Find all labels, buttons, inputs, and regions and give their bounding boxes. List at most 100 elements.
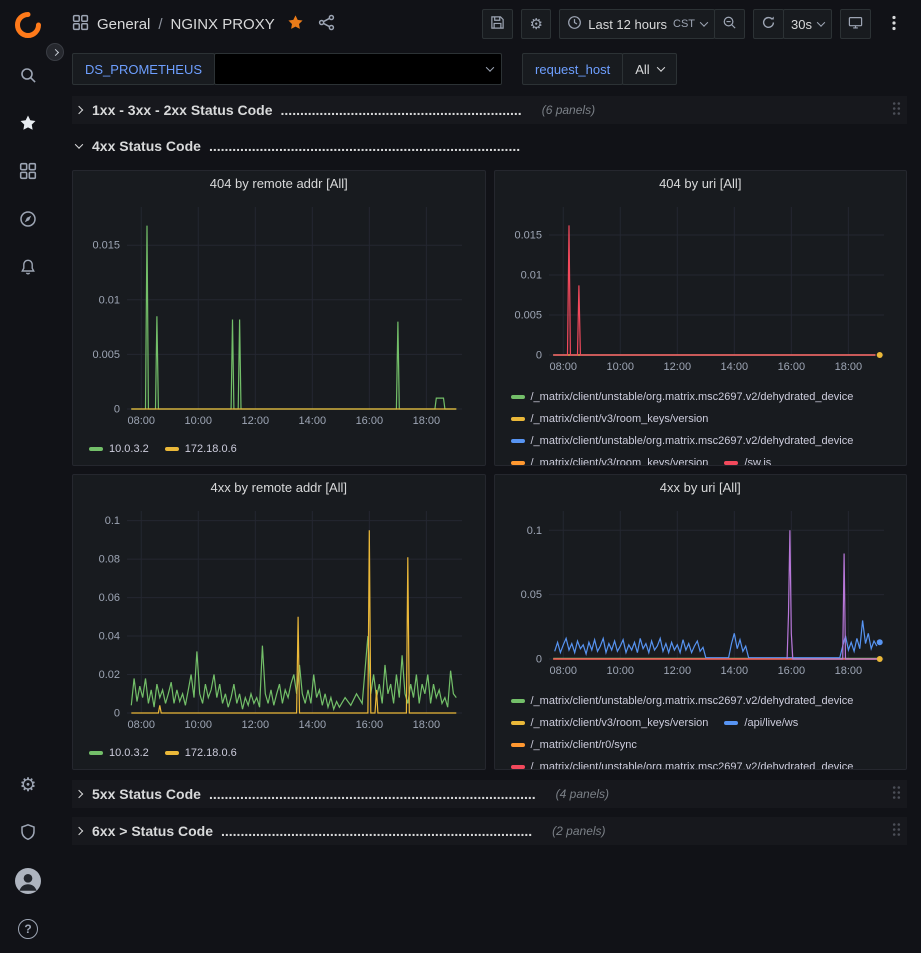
help-icon: ? (18, 919, 38, 939)
svg-text:08:00: 08:00 (549, 665, 577, 677)
svg-text:18:00: 18:00 (834, 665, 862, 677)
row-title-dots: ........................................… (209, 786, 536, 802)
sidebar-item-profile[interactable] (0, 857, 56, 905)
legend-item[interactable]: 10.0.3.2 (89, 742, 149, 764)
legend-item[interactable]: /_matrix/client/r0/sync (511, 734, 637, 756)
legend-swatch-icon (165, 447, 179, 451)
panel-title[interactable]: 4xx by remote addr [All] (73, 475, 485, 501)
legend-item[interactable]: /_matrix/client/v3/room_keys/version (511, 408, 709, 430)
legend-item[interactable]: /sw.js (724, 452, 771, 465)
svg-text:18:00: 18:00 (413, 415, 441, 427)
row-panel-count: (6 panels) (542, 103, 595, 117)
refresh-button[interactable] (753, 9, 784, 39)
legend-item[interactable]: /_matrix/client/unstable/org.matrix.msc2… (511, 430, 854, 452)
legend-swatch-icon (511, 439, 525, 443)
sidebar-item-search[interactable] (0, 52, 56, 100)
panel-title[interactable]: 4xx by uri [All] (495, 475, 907, 501)
svg-text:10:00: 10:00 (606, 361, 634, 373)
svg-text:0: 0 (535, 350, 541, 362)
sidebar-item-dashboards[interactable] (0, 148, 56, 196)
sidebar-item-configuration[interactable]: ⚙ (0, 761, 56, 809)
search-icon (19, 66, 37, 87)
sidebar-expand-toggle[interactable] (46, 43, 64, 61)
page-title[interactable]: NGINX PROXY (171, 16, 275, 33)
row-4xx-status-code[interactable]: 4xx Status Code ........................… (72, 132, 907, 160)
compass-icon (19, 210, 37, 231)
timezone-label: CST (673, 18, 695, 30)
datasource-variable-label[interactable]: DS_PROMETHEUS (72, 53, 215, 85)
legend-label: /_matrix/client/unstable/org.matrix.msc2… (531, 435, 854, 447)
legend-swatch-icon (511, 461, 525, 465)
sidebar-item-server-admin[interactable] (0, 809, 56, 857)
row-title-dots: ........................................… (281, 102, 522, 118)
star-icon (19, 114, 37, 135)
row-drag-handle[interactable] (892, 101, 901, 119)
chevron-right-icon (75, 106, 83, 114)
legend-item[interactable]: /_matrix/client/unstable/org.matrix.msc2… (511, 690, 854, 712)
legend-swatch-icon (89, 447, 103, 451)
chart-area[interactable]: 08:0010:0012:0014:0016:0018:0000.020.040… (73, 501, 485, 736)
legend-item[interactable]: 172.18.0.6 (165, 438, 237, 460)
time-range-picker[interactable]: Last 12 hours CST (559, 9, 715, 39)
row-drag-handle[interactable] (892, 785, 901, 803)
svg-text:10:00: 10:00 (185, 415, 213, 427)
request-host-variable-label[interactable]: request_host (522, 53, 623, 85)
chart-area[interactable]: 08:0010:0012:0014:0016:0018:0000.0050.01… (495, 197, 907, 378)
svg-text:18:00: 18:00 (413, 719, 441, 731)
panel-title[interactable]: 404 by remote addr [All] (73, 171, 485, 197)
sidebar-item-explore[interactable] (0, 196, 56, 244)
row-6xx-status-code[interactable]: 6xx > Status Code ......................… (72, 817, 907, 845)
legend-item[interactable]: /api/live/ws (724, 712, 798, 734)
row-5xx-status-code[interactable]: 5xx Status Code ........................… (72, 780, 907, 808)
zoom-out-icon (722, 15, 737, 33)
svg-text:08:00: 08:00 (127, 719, 155, 731)
gear-icon: ⚙ (19, 774, 36, 797)
share-icon[interactable] (318, 14, 335, 34)
legend-label: 172.18.0.6 (185, 443, 237, 455)
row-title: 6xx > Status Code (92, 823, 213, 839)
bell-icon (19, 258, 37, 279)
request-host-value-dropdown[interactable]: All (622, 53, 676, 85)
panel-title[interactable]: 404 by uri [All] (495, 171, 907, 197)
panel-legend: 10.0.3.2 172.18.0.6 (73, 432, 485, 465)
submenu: DS_PROMETHEUS request_host All (56, 48, 921, 90)
legend-label: /_matrix/client/unstable/org.matrix.msc2… (531, 695, 854, 707)
sidebar-item-starred[interactable] (0, 100, 56, 148)
sidebar-item-help[interactable]: ? (0, 905, 56, 953)
legend-swatch-icon (511, 721, 525, 725)
row-1xx-3xx-2xx-status-code[interactable]: 1xx - 3xx - 2xx Status Code ............… (72, 96, 907, 124)
legend-item[interactable]: 172.18.0.6 (165, 742, 237, 764)
sidebar-item-alerting[interactable] (0, 244, 56, 292)
svg-text:16:00: 16:00 (777, 665, 805, 677)
svg-text:0.02: 0.02 (99, 669, 120, 681)
save-dashboard-button[interactable] (482, 9, 513, 39)
svg-text:16:00: 16:00 (356, 719, 384, 731)
breadcrumb-section[interactable]: General (97, 16, 150, 33)
legend-item[interactable]: 10.0.3.2 (89, 438, 149, 460)
kebab-menu-button[interactable] (879, 9, 909, 39)
refresh-interval-picker[interactable]: 30s (783, 9, 832, 39)
chart-area[interactable]: 08:0010:0012:0014:0016:0018:0000.0050.01… (73, 197, 485, 432)
legend-label: /sw.js (744, 457, 771, 465)
svg-text:10:00: 10:00 (185, 719, 213, 731)
legend-item[interactable]: /_matrix/client/unstable/org.matrix.msc2… (511, 386, 854, 408)
sidebar-bottom: ⚙ ? (0, 761, 56, 953)
panel-legend: /_matrix/client/unstable/org.matrix.msc2… (495, 378, 907, 465)
legend-swatch-icon (511, 743, 525, 747)
zoom-out-button[interactable] (714, 9, 745, 39)
svg-text:18:00: 18:00 (834, 361, 862, 373)
row-drag-handle[interactable] (892, 822, 901, 840)
grafana-logo[interactable] (0, 0, 56, 52)
legend-item[interactable]: /_matrix/client/unstable/org.matrix.msc2… (511, 756, 854, 769)
legend-item[interactable]: /_matrix/client/v3/room_keys/version (511, 712, 709, 734)
chevron-right-icon (75, 827, 83, 835)
legend-swatch-icon (724, 721, 738, 725)
favorite-star-icon[interactable] (287, 14, 304, 34)
datasource-value-dropdown[interactable] (214, 53, 502, 85)
chart-area[interactable]: 08:0010:0012:0014:0016:0018:0000.050.1 (495, 501, 907, 682)
svg-text:0.04: 0.04 (99, 631, 120, 643)
legend-item[interactable]: /_matrix/client/v3/room_keys/version (511, 452, 709, 465)
svg-text:14:00: 14:00 (299, 719, 327, 731)
tv-mode-button[interactable] (840, 9, 871, 39)
dashboard-settings-button[interactable]: ⚙ (521, 9, 551, 39)
